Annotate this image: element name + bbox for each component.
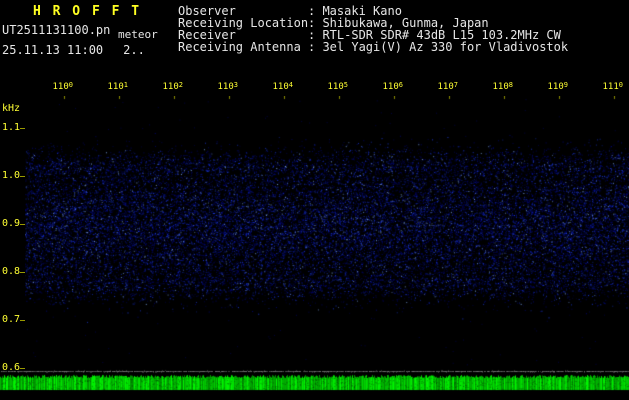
time-tick-1101: 1101 <box>108 82 128 92</box>
freq-tick-1.0: 1.0 <box>2 170 20 181</box>
signal-meter-canvas <box>0 366 629 400</box>
y-axis-unit: kHz <box>2 103 20 114</box>
time-tick-1102: 1102 <box>163 82 183 92</box>
header-field-label: Receiving Antenna <box>178 41 308 53</box>
filename-label: UT2511131100.pn <box>2 23 110 37</box>
time-tick-1108: 1108 <box>493 82 513 92</box>
app-title: H R O F F T <box>33 4 141 19</box>
freq-tick-0.6: 0.6 <box>2 362 20 373</box>
freq-tick-0.9: 0.9 <box>2 218 20 229</box>
time-tick-1104: 1104 <box>273 82 293 92</box>
hrofft-screen: H R O F F T UT2511131100.pn meteor 25.11… <box>0 0 629 400</box>
header-field-receiving-antenna: Receiving Antenna: 3el Yagi(V) Az 330 fo… <box>178 41 568 53</box>
freq-tick-0.7: 0.7 <box>2 314 20 325</box>
mode-label: meteor <box>118 28 158 41</box>
freq-tickmark <box>20 320 25 321</box>
datetime-label: 25.11.13 11:00 2.. <box>2 43 145 57</box>
freq-tick-1.1: 1.1 <box>2 122 20 133</box>
frame-counter: 2.. <box>123 43 145 57</box>
freq-tickmark <box>20 368 25 369</box>
time-tick-1107: 1107 <box>438 82 458 92</box>
time-tick-1103: 1103 <box>218 82 238 92</box>
datetime-text: 25.11.13 11:00 <box>2 43 103 57</box>
freq-tickmark <box>20 176 25 177</box>
freq-tick-0.8: 0.8 <box>2 266 20 277</box>
spectrogram-canvas <box>25 96 629 366</box>
header-field-value: : 3el Yagi(V) Az 330 for Vladivostok <box>308 40 568 54</box>
time-tick-1109: 1109 <box>548 82 568 92</box>
time-tick-1106: 1106 <box>383 82 403 92</box>
time-tick-1110: 1110 <box>603 82 623 92</box>
time-tick-1105: 1105 <box>328 82 348 92</box>
time-tick-1100: 1100 <box>53 82 73 92</box>
freq-tickmark <box>20 272 25 273</box>
freq-tickmark <box>20 224 25 225</box>
freq-tickmark <box>20 128 25 129</box>
